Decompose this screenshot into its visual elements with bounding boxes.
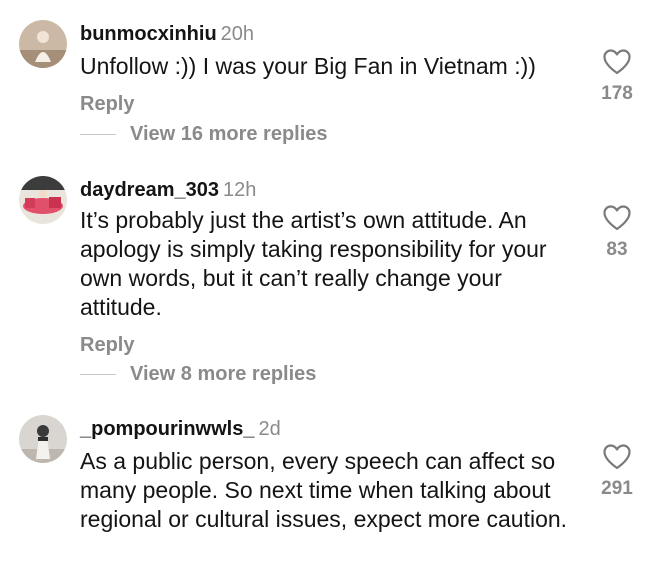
like-count: 83: [606, 239, 628, 260]
like-button[interactable]: 291: [592, 444, 642, 500]
heart-icon: [603, 49, 631, 75]
username[interactable]: bunmocxinhiu: [80, 23, 217, 45]
username[interactable]: daydream_303: [80, 179, 219, 201]
timestamp: 12h: [222, 179, 257, 201]
like-count: 178: [601, 83, 633, 104]
avatar-photo-icon: [19, 415, 67, 463]
view-more-replies-label: View 16 more replies: [130, 123, 328, 145]
comment-text: It’s probably just the artist’s own atti…: [80, 207, 547, 320]
like-button[interactable]: 178: [592, 49, 642, 105]
comment-feed: bunmocxinhiu 20h Unfollow :)) I was your …: [0, 0, 660, 565]
avatar[interactable]: [19, 20, 67, 68]
reply-button[interactable]: Reply: [80, 333, 134, 357]
view-more-replies-button[interactable]: View 8 more replies: [80, 362, 316, 386]
comment-header: bunmocxinhiu 20h: [80, 22, 254, 46]
avatar[interactable]: [19, 415, 67, 463]
avatar[interactable]: [19, 176, 67, 224]
username[interactable]: _pompourinwwls_: [80, 418, 254, 440]
heart-icon: [603, 444, 631, 470]
heart-icon: [603, 205, 631, 231]
comment-text: As a public person, every speech can aff…: [80, 448, 568, 532]
replies-divider: [80, 133, 116, 135]
avatar-photo-icon: [19, 176, 67, 224]
view-more-replies-button[interactable]: View 16 more replies: [80, 122, 328, 146]
replies-divider: [80, 373, 116, 375]
like-count: 291: [601, 478, 633, 499]
comment-header: daydream_303 12h: [80, 178, 256, 202]
timestamp: 20h: [220, 23, 255, 45]
view-more-replies-label: View 8 more replies: [130, 363, 317, 385]
like-button[interactable]: 83: [592, 205, 642, 261]
comment-text: Unfollow :)) I was your Big Fan in Vietn…: [80, 53, 536, 79]
reply-button[interactable]: Reply: [80, 92, 134, 116]
comment-header: _pompourinwwls_ 2d: [80, 417, 281, 441]
timestamp: 2d: [258, 418, 281, 440]
avatar-photo-icon: [19, 20, 67, 68]
